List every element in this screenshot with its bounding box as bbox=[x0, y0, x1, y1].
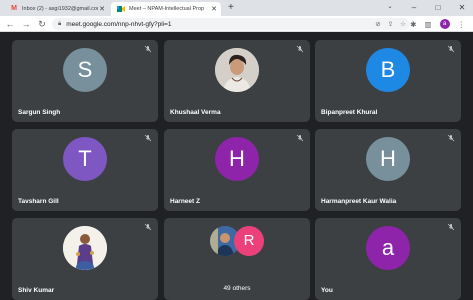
browser-tab-bar: M Inbox (2) - asgi1932@gmail.com ✕ Meet … bbox=[0, 0, 473, 16]
tab-search-icon[interactable]: ⌄ bbox=[383, 1, 397, 14]
new-tab-button[interactable]: + bbox=[228, 2, 234, 14]
avatar: B bbox=[366, 48, 410, 92]
mic-off-icon bbox=[144, 223, 152, 231]
participant-tile-self[interactable]: a You bbox=[315, 218, 461, 300]
maximize-icon[interactable]: □ bbox=[431, 1, 445, 14]
participant-tile[interactable]: H Harneet Z bbox=[164, 129, 310, 211]
participant-name: You bbox=[321, 287, 333, 294]
avatar: T bbox=[63, 137, 107, 181]
lock-icon[interactable]: 🔒︎ bbox=[58, 21, 61, 28]
avatar bbox=[63, 226, 107, 270]
profile-photo bbox=[215, 48, 259, 92]
participant-name: Tavsharn Gill bbox=[18, 198, 59, 205]
participant-tile[interactable]: T Tavsharn Gill bbox=[12, 129, 158, 211]
share-icon[interactable]: ⇪ bbox=[388, 20, 393, 28]
avatar: S bbox=[63, 48, 107, 92]
mic-off-icon bbox=[447, 45, 455, 53]
participant-name: Khushaal Verma bbox=[170, 109, 221, 116]
menu-icon[interactable]: ⋮ bbox=[458, 20, 466, 29]
others-count-label: 49 others bbox=[223, 285, 251, 292]
participant-name: Shiv Kumar bbox=[18, 287, 55, 294]
participant-name: Harneet Z bbox=[170, 198, 200, 205]
tab-google-meet[interactable]: Meet – NPAM-Intellectual Prop ✕ bbox=[111, 2, 221, 16]
minimize-icon[interactable]: – bbox=[407, 1, 421, 14]
camera-blocked-icon[interactable]: ⊘ bbox=[375, 20, 380, 28]
window-controls: ⌄ – □ ✕ bbox=[383, 1, 469, 14]
participant-name: Bipanpreet Khural bbox=[321, 109, 378, 116]
profile-photo bbox=[63, 226, 107, 270]
close-window-icon[interactable]: ✕ bbox=[455, 1, 469, 14]
participant-tile[interactable]: H Harmanpreet Kaur Walia bbox=[315, 129, 461, 211]
avatar: a bbox=[366, 226, 410, 270]
participant-tile[interactable]: Khushaal Verma bbox=[164, 40, 310, 122]
back-icon[interactable]: ← bbox=[4, 18, 16, 30]
bookmark-star-icon[interactable]: ☆ bbox=[400, 20, 406, 28]
tab-gmail-inbox[interactable]: M Inbox (2) - asgi1932@gmail.com ✕ bbox=[4, 2, 109, 16]
mic-off-icon bbox=[447, 134, 455, 142]
avatar: H bbox=[215, 137, 259, 181]
mic-off-icon bbox=[296, 134, 304, 142]
mic-off-icon bbox=[296, 45, 304, 53]
mic-off-icon bbox=[144, 45, 152, 53]
url-text: meet.google.com/nnp-nhvt-gfy?pli=1 bbox=[66, 20, 172, 28]
profile-avatar[interactable]: a bbox=[439, 19, 450, 29]
participant-name: Sargun Singh bbox=[18, 109, 61, 116]
close-icon[interactable]: ✕ bbox=[98, 5, 106, 13]
tab-title: Inbox (2) - asgi1932@gmail.com bbox=[22, 6, 98, 12]
reload-icon[interactable]: ↻ bbox=[36, 18, 48, 30]
forward-icon[interactable]: → bbox=[20, 18, 32, 30]
extensions-icon[interactable]: ✱ bbox=[410, 20, 416, 29]
participant-tile[interactable]: S Sargun Singh bbox=[12, 40, 158, 122]
tab-title: Meet – NPAM-Intellectual Prop bbox=[129, 6, 205, 12]
participant-grid: S Sargun Singh Khushaal Verma B Bipanpre… bbox=[0, 33, 473, 300]
avatar: R bbox=[234, 226, 264, 256]
meet-icon bbox=[117, 5, 125, 13]
address-bar[interactable]: 🔒︎ meet.google.com/nnp-nhvt-gfy?pli=1 ⊘ … bbox=[52, 18, 410, 30]
close-icon[interactable]: ✕ bbox=[210, 5, 218, 13]
others-tile[interactable]: R 49 others bbox=[164, 218, 310, 300]
participant-tile[interactable]: B Bipanpreet Khural bbox=[315, 40, 461, 122]
mic-off-icon bbox=[447, 223, 455, 231]
participant-name: Harmanpreet Kaur Walia bbox=[321, 198, 397, 205]
gmail-icon: M bbox=[11, 5, 17, 12]
avatar: H bbox=[366, 137, 410, 181]
browser-toolbar: ← → ↻ 🔒︎ meet.google.com/nnp-nhvt-gfy?pl… bbox=[0, 16, 473, 32]
side-panel-icon[interactable]: ▥ bbox=[424, 20, 431, 29]
mic-off-icon bbox=[144, 134, 152, 142]
avatar bbox=[215, 48, 259, 92]
participant-tile[interactable]: Shiv Kumar bbox=[12, 218, 158, 300]
